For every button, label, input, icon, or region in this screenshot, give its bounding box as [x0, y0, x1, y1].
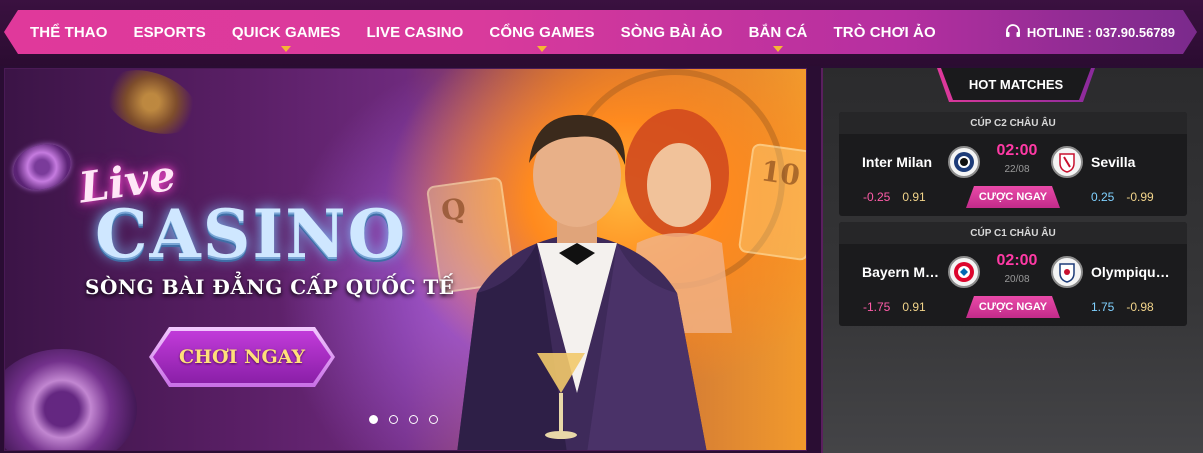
home-team-name: Bayern Munich [862, 264, 942, 280]
nav-item-song-bai-ao[interactable]: SÒNG BÀI ẢO [621, 24, 723, 41]
bayern-crest-icon [948, 256, 980, 288]
kickoff-time: 02:00 [996, 252, 1038, 269]
nav-item-tro-choi-ao[interactable]: TRÒ CHƠI ẢO [834, 24, 936, 41]
match-league: CÚP C1 CHÂU ÂU [839, 222, 1187, 244]
away-odds-value: -0.99 [1126, 190, 1154, 204]
away-team: Olympique Lyon [1045, 256, 1175, 288]
away-team: Sevilla [1045, 146, 1175, 178]
home-handicap: -0.25 [863, 190, 891, 204]
hotline[interactable]: HOTLINE : 037.90.56789 [1005, 10, 1175, 54]
carousel-dot[interactable] [369, 415, 378, 424]
carousel-dots [369, 415, 438, 424]
chevron-down-icon [281, 46, 291, 52]
bet-now-button[interactable]: CƯỢC NGAY [966, 296, 1060, 318]
live-casino-banner[interactable]: Q 10 Live CASINO SÒNG BÀI ĐẲNG CẤP QUỐC … [4, 68, 807, 451]
nav-item-label: LIVE CASINO [366, 23, 464, 41]
nav-item-the-thao[interactable]: THỂ THAO [30, 24, 107, 41]
play-now-label: CHƠI NGAY [178, 346, 306, 368]
match-card: CÚP C1 CHÂU ÂU Bayern Munich 02:00 20/08… [839, 222, 1187, 326]
top-navigation: THỂ THAO ESPORTS QUICK GAMES LIVE CASINO… [0, 0, 1203, 66]
home-handicap: -1.75 [863, 300, 891, 314]
kickoff-date: 22/08 [1004, 164, 1030, 175]
play-now-button[interactable]: CHƠI NGAY [153, 331, 331, 383]
banner-casino-text: CASINO [95, 195, 408, 273]
carousel-dot[interactable] [429, 415, 438, 424]
nav-item-label: CỔNG GAMES [489, 23, 595, 41]
match-card: CÚP C2 CHÂU ÂU Inter Milan 02:00 22/08 S… [839, 112, 1187, 216]
chevron-down-icon [537, 46, 547, 52]
nav-item-ban-ca[interactable]: BẮN CÁ [749, 24, 808, 41]
banner-subtitle: SÒNG BÀI ĐẲNG CẤP QUỐC TẾ [85, 275, 455, 299]
home-odds[interactable]: -1.75 0.91 [863, 300, 938, 314]
chevron-down-icon [773, 46, 783, 52]
away-handicap: 0.25 [1091, 190, 1115, 204]
large-chip-decoration [5, 349, 137, 450]
away-team-name: Sevilla [1091, 154, 1136, 170]
lyon-crest-icon [1051, 256, 1083, 288]
match-league: CÚP C2 CHÂU ÂU [839, 112, 1187, 134]
hotline-text: HOTLINE : 037.90.56789 [1026, 24, 1175, 40]
kickoff: 02:00 22/08 [991, 142, 1043, 175]
home-odds[interactable]: -0.25 0.91 [863, 190, 938, 204]
home-odds-value: 0.91 [902, 300, 926, 314]
nav-item-esports[interactable]: ESPORTS [133, 24, 205, 41]
nav-item-label: THỂ THAO [30, 23, 108, 41]
hot-matches-title: HOT MATCHES [941, 68, 1091, 100]
purple-chip-decoration [7, 137, 77, 197]
home-team: Inter Milan [862, 146, 980, 178]
nav-bar: THỂ THAO ESPORTS QUICK GAMES LIVE CASINO… [4, 10, 1197, 54]
carousel-dot[interactable] [409, 415, 418, 424]
away-handicap: 1.75 [1091, 300, 1115, 314]
away-odds[interactable]: 0.25 -0.99 [1091, 190, 1166, 204]
headset-icon [1005, 24, 1021, 40]
sevilla-crest-icon [1051, 146, 1083, 178]
nav-item-label: QUICK GAMES [231, 23, 341, 41]
away-odds[interactable]: 1.75 -0.98 [1091, 300, 1166, 314]
nav-item-label: ESPORTS [133, 23, 206, 41]
nav-item-label: SÒNG BÀI ẢO [620, 23, 723, 41]
home-team-name: Inter Milan [862, 154, 933, 170]
nav-item-label: BẮN CÁ [748, 23, 808, 41]
nav-item-cong-games[interactable]: CỔNG GAMES [489, 24, 594, 41]
dealer-characters-illustration [457, 109, 732, 450]
kickoff-time: 02:00 [996, 142, 1038, 159]
gold-chip-decoration [95, 69, 207, 146]
nav-item-label: TRÒ CHƠI ẢO [833, 23, 936, 41]
hot-matches-panel: HOT MATCHES CÚP C2 CHÂU ÂU Inter Milan 0… [821, 68, 1203, 453]
kickoff: 02:00 20/08 [991, 252, 1043, 285]
away-team-name: Olympique Lyon [1091, 264, 1175, 280]
nav-item-quick-games[interactable]: QUICK GAMES [232, 24, 341, 41]
home-team: Bayern Munich [862, 256, 980, 288]
bet-now-button[interactable]: CƯỢC NGAY [966, 186, 1060, 208]
nav-item-live-casino[interactable]: LIVE CASINO [366, 24, 463, 41]
carousel-dot[interactable] [389, 415, 398, 424]
inter-milan-crest-icon [948, 146, 980, 178]
away-odds-value: -0.98 [1126, 300, 1154, 314]
home-odds-value: 0.91 [902, 190, 926, 204]
nav-menu: THỂ THAO ESPORTS QUICK GAMES LIVE CASINO… [30, 10, 962, 54]
kickoff-date: 20/08 [1004, 274, 1030, 285]
